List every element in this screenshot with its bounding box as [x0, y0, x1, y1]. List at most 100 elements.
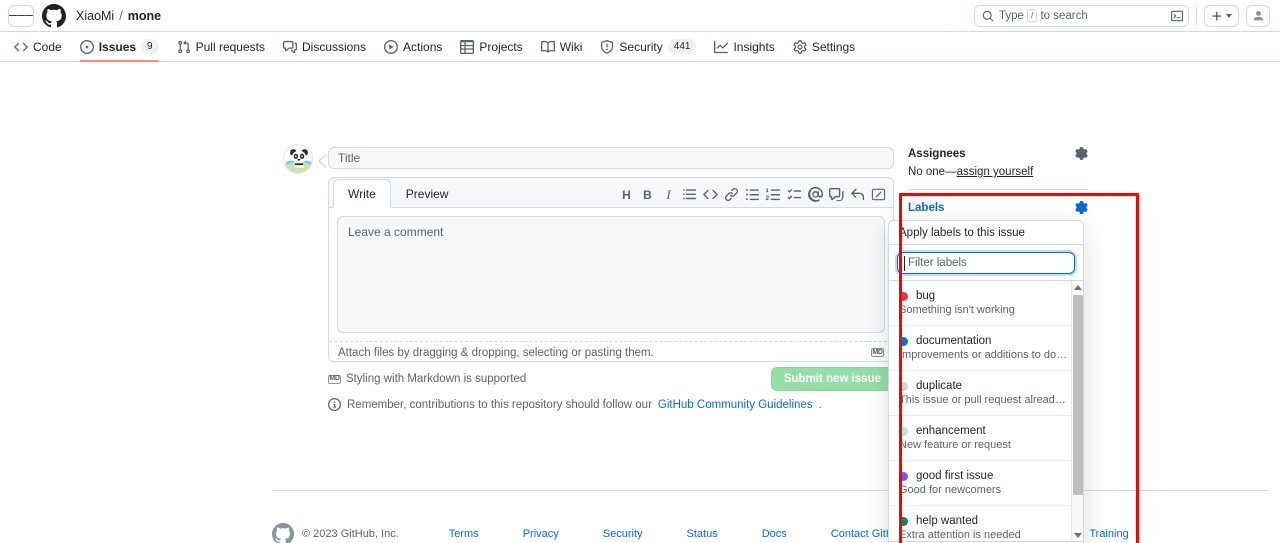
- nav-item-security[interactable]: Security 441: [592, 32, 704, 62]
- nav-label-actions: Actions: [403, 39, 443, 54]
- heading-icon[interactable]: H: [618, 186, 635, 203]
- label-name: documentation: [916, 335, 992, 347]
- footer-link-docs[interactable]: Docs: [740, 528, 809, 540]
- play-icon: [384, 39, 399, 54]
- assignees-value-prefix: No one—: [908, 166, 957, 178]
- label-name: enhancement: [916, 425, 986, 437]
- label-name: good first issue: [916, 470, 994, 482]
- scroll-up-arrow[interactable]: [1072, 281, 1083, 293]
- label-option-documentation[interactable]: documentation Improvements or additions …: [889, 326, 1083, 371]
- nav-label-issues: Issues: [98, 39, 137, 54]
- chevron-down-icon: [1226, 13, 1232, 18]
- cross-reference-icon[interactable]: [828, 186, 845, 203]
- hamburger-icon[interactable]: [8, 4, 34, 27]
- tab-preview[interactable]: Preview: [391, 179, 464, 208]
- header-divider: [1196, 6, 1197, 25]
- label-option-bug[interactable]: bug Something isn't working: [889, 281, 1083, 326]
- italic-icon[interactable]: I: [660, 186, 677, 203]
- nav-item-settings[interactable]: Settings: [785, 32, 863, 62]
- code-icon[interactable]: [702, 186, 719, 203]
- breadcrumb: XiaoMi / mone: [76, 9, 161, 23]
- nav-item-discussions[interactable]: Discussions: [275, 32, 374, 62]
- mention-icon[interactable]: [807, 186, 824, 203]
- editor-tabs: Write Preview H B I: [329, 178, 893, 208]
- global-header: XiaoMi / mone Type / to search: [0, 0, 1280, 32]
- assign-yourself-link[interactable]: assign yourself: [957, 166, 1034, 178]
- assignees-title: Assignees: [908, 147, 966, 160]
- panda-avatar[interactable]: [283, 144, 313, 174]
- comment-textarea[interactable]: Leave a comment: [337, 216, 885, 333]
- submit-new-issue-button[interactable]: Submit new issue: [770, 367, 894, 391]
- search-icon: [982, 10, 994, 21]
- search-placeholder-suffix: to search: [1040, 9, 1088, 22]
- breadcrumb-repo[interactable]: mone: [128, 9, 161, 23]
- terminal-icon[interactable]: [1171, 10, 1183, 22]
- bold-icon[interactable]: B: [639, 186, 656, 203]
- create-new-button[interactable]: [1204, 4, 1239, 27]
- label-description: Something isn't working: [899, 304, 1015, 316]
- labels-list-scrollbar[interactable]: [1071, 281, 1083, 541]
- info-icon: [328, 398, 341, 411]
- labels-gear-icon[interactable]: [1075, 201, 1088, 214]
- label-color-dot: [899, 516, 908, 526]
- comment-placeholder: Leave a comment: [348, 225, 444, 239]
- tab-preview-label: Preview: [405, 186, 449, 201]
- labels-title: Labels: [908, 201, 945, 214]
- nav-item-insights[interactable]: Insights: [706, 32, 782, 62]
- label-description: New feature or request: [899, 439, 1011, 451]
- ordered-list-icon[interactable]: [765, 186, 782, 203]
- tab-write-label: Write: [348, 186, 376, 201]
- scroll-down-arrow[interactable]: [1072, 529, 1083, 541]
- label-name: duplicate: [916, 380, 963, 392]
- scrollbar-thumb[interactable]: [1073, 295, 1083, 495]
- nav-item-projects[interactable]: Projects: [452, 32, 530, 62]
- unordered-list-icon[interactable]: [744, 186, 761, 203]
- task-list-icon[interactable]: [786, 186, 803, 203]
- nav-item-actions[interactable]: Actions: [376, 32, 450, 62]
- label-description: This issue or pull request already exist…: [899, 394, 1071, 406]
- header-actions: Type / to search: [974, 4, 1272, 27]
- issue-title-input[interactable]: Title: [328, 147, 894, 169]
- content-divider: [272, 490, 1268, 491]
- label-option-help-wanted[interactable]: help wanted Extra attention is needed: [889, 506, 1083, 541]
- community-guidelines-link[interactable]: GitHub Community Guidelines: [658, 399, 813, 411]
- nav-item-pull-requests[interactable]: Pull requests: [169, 32, 273, 62]
- tab-write[interactable]: Write: [333, 179, 391, 208]
- quote-icon[interactable]: [681, 186, 698, 203]
- breadcrumb-separator: /: [119, 8, 123, 23]
- footer-link-security[interactable]: Security: [581, 528, 665, 540]
- git-pull-request-icon: [177, 40, 190, 53]
- nav-label-code: Code: [33, 39, 62, 54]
- assignees-gear-icon[interactable]: [1075, 147, 1088, 160]
- repository-nav: Code Issues 9 Pull requests Discussions: [0, 32, 1280, 62]
- label-color-dot: [899, 426, 908, 436]
- shield-icon: [601, 39, 614, 54]
- labels-header[interactable]: Labels: [908, 201, 1088, 214]
- footer-link-status[interactable]: Status: [665, 528, 740, 540]
- breadcrumb-owner[interactable]: XiaoMi: [76, 9, 114, 23]
- fullscreen-icon[interactable]: [870, 186, 887, 203]
- link-icon[interactable]: [723, 186, 740, 203]
- github-mark-icon[interactable]: [42, 3, 66, 28]
- footer-link-terms[interactable]: Terms: [427, 528, 501, 540]
- attach-files-dropzone[interactable]: Attach files by dragging & dropping, sel…: [330, 341, 892, 361]
- label-option-duplicate[interactable]: duplicate This issue or pull request alr…: [889, 371, 1083, 416]
- labels-list[interactable]: bug Something isn't working documentatio…: [889, 281, 1083, 541]
- nav-item-wiki[interactable]: Wiki: [533, 32, 591, 62]
- label-option-good-first-issue[interactable]: good first issue Good for newcomers: [889, 461, 1083, 506]
- footer-copyright: © 2023 GitHub, Inc.: [302, 528, 399, 540]
- nav-item-code[interactable]: Code: [6, 32, 70, 62]
- nav-item-issues[interactable]: Issues 9: [72, 32, 167, 62]
- footer-link-privacy[interactable]: Privacy: [501, 528, 581, 540]
- comment-discussion-icon: [282, 40, 297, 53]
- filter-labels-input[interactable]: Filter labels: [897, 252, 1075, 274]
- label-option-enhancement[interactable]: enhancement New feature or request: [889, 416, 1083, 461]
- nav-label-projects: Projects: [479, 39, 523, 54]
- nav-label-security: Security: [619, 39, 663, 54]
- reply-icon[interactable]: [849, 186, 866, 203]
- search-input[interactable]: Type / to search: [974, 4, 1189, 27]
- label-color-dot: [899, 291, 908, 301]
- page-root: XiaoMi / mone Type / to search Code Issu…: [0, 0, 1280, 543]
- label-name: bug: [916, 290, 936, 302]
- account-avatar[interactable]: [1246, 4, 1270, 27]
